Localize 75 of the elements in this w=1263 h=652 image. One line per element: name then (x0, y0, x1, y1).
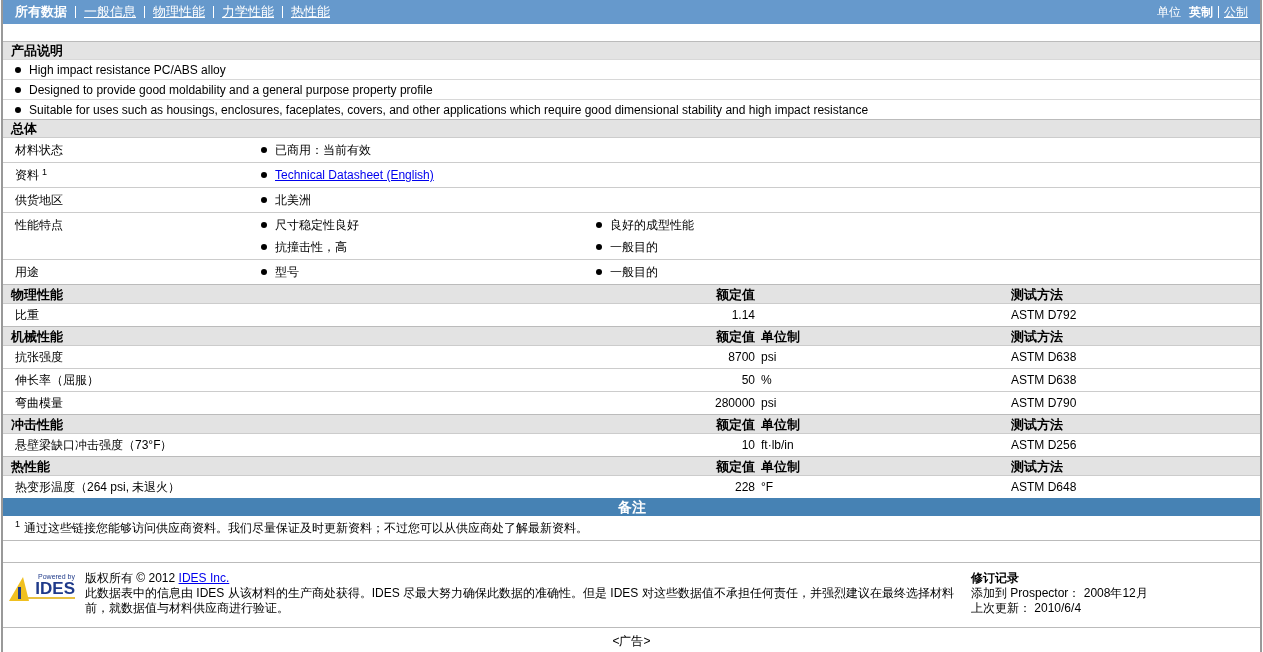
bullet-icon (15, 106, 21, 113)
nav-link[interactable]: 一般信息 (84, 2, 136, 22)
unit-text: °F (761, 480, 774, 494)
unit-text: % (761, 373, 772, 387)
unit-link[interactable]: 英制 (1189, 3, 1213, 21)
nav-link[interactable]: 所有数据 (15, 2, 67, 22)
nav-link[interactable]: 热性能 (291, 2, 330, 22)
bullet-icon (596, 222, 602, 228)
ad-label: <广告> (612, 633, 651, 650)
property-value: 良好的成型性能 (610, 217, 694, 234)
bullet-icon (596, 244, 602, 250)
property-name: 比重 (14, 307, 40, 324)
bullet-icon (261, 147, 267, 153)
bullet-icon (15, 86, 21, 93)
bullet-icon (261, 269, 267, 275)
property-value: 抗撞击性，高 (275, 239, 347, 256)
test-method: ASTM D256 (1011, 437, 1078, 454)
nav-link[interactable]: 力学性能 (222, 2, 274, 22)
property-name: 伸长率（屈服） (14, 372, 100, 389)
property-value: 型号 (275, 264, 299, 281)
property-name: 悬壁梁缺口冲击强度（73°F） (14, 437, 174, 454)
description-text: High impact resistance PC/ABS alloy (29, 61, 226, 79)
bullet-icon (596, 269, 602, 275)
section-header: 物理性能 额定值 测试方法 (3, 284, 1260, 303)
property-label: 用途 (14, 264, 40, 281)
test-method: ASTM D790 (1011, 395, 1078, 412)
section-header: 冲击性能 额定值 单位制 测试方法 (3, 414, 1260, 433)
description-text: Designed to provide good moldability and a general purpose property profile (29, 81, 433, 99)
updated-text: 上次更新： 2010/6/4 (971, 601, 1083, 616)
bullet-icon (261, 222, 267, 228)
unit-text: ft·lb/in (761, 438, 794, 452)
disclaimer-text: 此数据表中的信息由 IDES 从该材料的生产商处获得。IDES 尽最大努力确保此数据的准确性。但是 IDES 对这些数据值不承担任何责任，并强烈建议在最终选择材料前，就数据值与材料供应商进行验证。 (85, 586, 955, 616)
bullet-icon (261, 172, 267, 178)
unit-text: psi (761, 350, 777, 364)
company-link[interactable]: IDES Inc. (178, 571, 230, 585)
property-value: 一般目的 (610, 239, 658, 256)
property-value: 8700 (727, 349, 755, 366)
copyright-text: 版权所有 © 2012 (85, 571, 177, 585)
section-header: 机械性能 额定值 单位制 测试方法 (3, 326, 1260, 345)
unit-link[interactable]: 公制 (1224, 3, 1248, 21)
unit-text: psi (761, 396, 777, 410)
footnote-text: $^{1}$ 通过这些链接您能够访问供应商资料。我们尽量保证及时更新资料；不过您可以从供应商处了解最新资料。 (3, 516, 1260, 541)
bullet-icon (15, 66, 21, 73)
test-method: ASTM D792 (1011, 307, 1078, 324)
property-value: 已商用：当前有效 (275, 142, 371, 159)
notes-header: 备注 (3, 498, 1260, 516)
section-title: 总体 (11, 119, 37, 138)
units-label: 单位 (1157, 4, 1181, 21)
revision-title: 修订记录 (971, 571, 1020, 586)
property-name: 热变形温度（264 psi, 未退火） (14, 479, 182, 496)
property-label: 材料状态 (14, 142, 64, 159)
property-label: 供货地区 (14, 192, 64, 209)
test-method: ASTM D648 (1011, 479, 1078, 496)
property-label: 性能特点 (14, 217, 64, 234)
property-value: 10 (740, 437, 755, 454)
property-value: 尺寸稳定性良好 (275, 217, 359, 234)
datasheet-link[interactable]: Technical Datasheet (English) (275, 166, 434, 184)
property-value: 一般目的 (610, 264, 658, 281)
test-method: ASTM D638 (1011, 349, 1078, 366)
property-value: 50 (740, 372, 755, 389)
property-name: 抗张强度 (14, 349, 64, 366)
property-label: 资料 $^{1}$ (14, 166, 48, 184)
property-value: 1.14 (730, 307, 755, 324)
nav-link[interactable]: 物理性能 (153, 2, 205, 22)
added-text: 添加到 Prospector： 2008年12月 (971, 586, 1148, 601)
property-value: 北美洲 (275, 192, 311, 209)
description-text: Suitable for uses such as housings, enclosures, faceplates, covers, and other applications which require good dimensional stability and high impact resistance (29, 101, 869, 119)
test-method: ASTM D638 (1011, 372, 1078, 389)
bullet-icon (261, 197, 267, 203)
section-header: 热性能 额定值 单位制 测试方法 (3, 456, 1260, 475)
section-title: 产品说明 (11, 41, 63, 60)
bullet-icon (261, 244, 267, 250)
property-value: 280000 (713, 395, 755, 412)
property-name: 弯曲模量 (14, 395, 64, 412)
property-value: 228 (733, 479, 755, 496)
